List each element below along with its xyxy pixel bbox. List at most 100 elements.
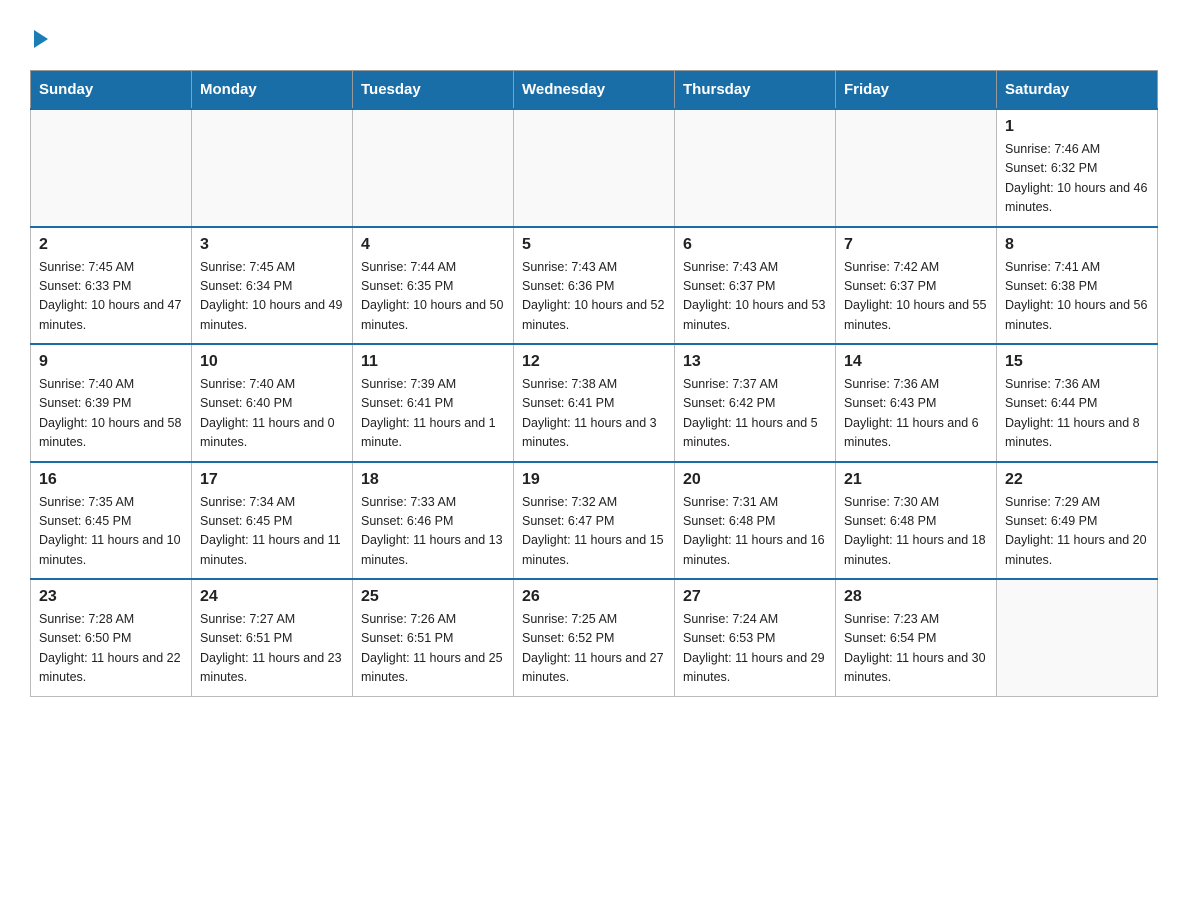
- day-number: 2: [39, 236, 183, 254]
- calendar-header-row: SundayMondayTuesdayWednesdayThursdayFrid…: [31, 71, 1158, 110]
- calendar-cell: 25 Sunrise: 7:26 AM Sunset: 6:51 PM Dayli…: [353, 579, 514, 696]
- page-header: [30, 20, 1158, 50]
- calendar-cell: 17 Sunrise: 7:34 AM Sunset: 6:45 PM Dayli…: [192, 462, 353, 580]
- day-number: 20: [683, 471, 827, 489]
- day-info: Sunrise: 7:31 AM Sunset: 6:48 PM Dayligh…: [683, 493, 827, 571]
- day-info: Sunrise: 7:35 AM Sunset: 6:45 PM Dayligh…: [39, 493, 183, 571]
- calendar-week-row-1: 1 Sunrise: 7:46 AM Sunset: 6:32 PM Daylig…: [31, 109, 1158, 227]
- day-info: Sunrise: 7:32 AM Sunset: 6:47 PM Dayligh…: [522, 493, 666, 571]
- calendar-cell: [353, 109, 514, 227]
- calendar-cell: 15Sunrise: 7:36 AM Sunset: 6:44 PM Dayli…: [997, 344, 1158, 462]
- day-info: Sunrise: 7:34 AM Sunset: 6:45 PM Dayligh…: [200, 493, 344, 571]
- calendar-cell: 7 Sunrise: 7:42 AM Sunset: 6:37 PM Daylig…: [836, 227, 997, 345]
- day-number: 5: [522, 236, 666, 254]
- calendar-cell: 27 Sunrise: 7:24 AM Sunset: 6:53 PM Dayli…: [675, 579, 836, 696]
- day-info: Sunrise: 7:26 AM Sunset: 6:51 PM Dayligh…: [361, 610, 505, 688]
- calendar-col-header-sunday: Sunday: [31, 71, 192, 110]
- day-number: 6: [683, 236, 827, 254]
- calendar-cell: 14 Sunrise: 7:36 AM Sunset: 6:43 PM Dayli…: [836, 344, 997, 462]
- calendar-col-header-monday: Monday: [192, 71, 353, 110]
- day-number: 19: [522, 471, 666, 489]
- calendar-col-header-friday: Friday: [836, 71, 997, 110]
- calendar-cell: [192, 109, 353, 227]
- day-info: Sunrise: 7:43 AM Sunset: 6:37 PM Dayligh…: [683, 258, 827, 336]
- day-info: Sunrise: 7:30 AM Sunset: 6:48 PM Dayligh…: [844, 493, 988, 571]
- day-number: 16: [39, 471, 183, 489]
- day-number: 13: [683, 353, 827, 371]
- calendar-week-row-3: 9Sunrise: 7:40 AM Sunset: 6:39 PM Daylig…: [31, 344, 1158, 462]
- day-number: 14: [844, 353, 988, 371]
- calendar-col-header-saturday: Saturday: [997, 71, 1158, 110]
- logo-general-text: [30, 30, 48, 50]
- day-info: Sunrise: 7:44 AM Sunset: 6:35 PM Dayligh…: [361, 258, 505, 336]
- calendar-week-row-4: 16 Sunrise: 7:35 AM Sunset: 6:45 PM Dayli…: [31, 462, 1158, 580]
- day-info: Sunrise: 7:23 AM Sunset: 6:54 PM Dayligh…: [844, 610, 988, 688]
- day-info: Sunrise: 7:46 AM Sunset: 6:32 PM Dayligh…: [1005, 140, 1149, 218]
- calendar-cell: [31, 109, 192, 227]
- calendar-cell: 9Sunrise: 7:40 AM Sunset: 6:39 PM Daylig…: [31, 344, 192, 462]
- day-number: 11: [361, 353, 505, 371]
- day-number: 22: [1005, 471, 1149, 489]
- calendar-cell: 5 Sunrise: 7:43 AM Sunset: 6:36 PM Daylig…: [514, 227, 675, 345]
- day-info: Sunrise: 7:38 AM Sunset: 6:41 PM Dayligh…: [522, 375, 666, 453]
- calendar-cell: 11 Sunrise: 7:39 AM Sunset: 6:41 PM Dayli…: [353, 344, 514, 462]
- calendar-cell: 21Sunrise: 7:30 AM Sunset: 6:48 PM Dayli…: [836, 462, 997, 580]
- calendar-cell: 28 Sunrise: 7:23 AM Sunset: 6:54 PM Dayli…: [836, 579, 997, 696]
- day-info: Sunrise: 7:45 AM Sunset: 6:34 PM Dayligh…: [200, 258, 344, 336]
- day-info: Sunrise: 7:33 AM Sunset: 6:46 PM Dayligh…: [361, 493, 505, 571]
- calendar-cell: 10 Sunrise: 7:40 AM Sunset: 6:40 PM Dayli…: [192, 344, 353, 462]
- calendar-col-header-tuesday: Tuesday: [353, 71, 514, 110]
- calendar-table: SundayMondayTuesdayWednesdayThursdayFrid…: [30, 70, 1158, 697]
- day-info: Sunrise: 7:27 AM Sunset: 6:51 PM Dayligh…: [200, 610, 344, 688]
- day-info: Sunrise: 7:40 AM Sunset: 6:40 PM Dayligh…: [200, 375, 344, 453]
- logo: [30, 20, 48, 50]
- day-number: 27: [683, 588, 827, 606]
- day-number: 25: [361, 588, 505, 606]
- day-info: Sunrise: 7:39 AM Sunset: 6:41 PM Dayligh…: [361, 375, 505, 453]
- day-number: 24: [200, 588, 344, 606]
- day-number: 23: [39, 588, 183, 606]
- calendar-cell: 18 Sunrise: 7:33 AM Sunset: 6:46 PM Dayli…: [353, 462, 514, 580]
- day-info: Sunrise: 7:41 AM Sunset: 6:38 PM Dayligh…: [1005, 258, 1149, 336]
- calendar-cell: 1 Sunrise: 7:46 AM Sunset: 6:32 PM Daylig…: [997, 109, 1158, 227]
- calendar-cell: [836, 109, 997, 227]
- day-number: 28: [844, 588, 988, 606]
- calendar-cell: 26 Sunrise: 7:25 AM Sunset: 6:52 PM Dayli…: [514, 579, 675, 696]
- day-number: 26: [522, 588, 666, 606]
- day-number: 7: [844, 236, 988, 254]
- calendar-cell: 23 Sunrise: 7:28 AM Sunset: 6:50 PM Dayli…: [31, 579, 192, 696]
- calendar-cell: 16 Sunrise: 7:35 AM Sunset: 6:45 PM Dayli…: [31, 462, 192, 580]
- calendar-cell: 2 Sunrise: 7:45 AM Sunset: 6:33 PM Daylig…: [31, 227, 192, 345]
- day-info: Sunrise: 7:42 AM Sunset: 6:37 PM Dayligh…: [844, 258, 988, 336]
- day-info: Sunrise: 7:29 AM Sunset: 6:49 PM Dayligh…: [1005, 493, 1149, 571]
- calendar-cell: 24 Sunrise: 7:27 AM Sunset: 6:51 PM Dayli…: [192, 579, 353, 696]
- day-info: Sunrise: 7:24 AM Sunset: 6:53 PM Dayligh…: [683, 610, 827, 688]
- calendar-col-header-thursday: Thursday: [675, 71, 836, 110]
- day-info: Sunrise: 7:36 AM Sunset: 6:43 PM Dayligh…: [844, 375, 988, 453]
- calendar-cell: 20 Sunrise: 7:31 AM Sunset: 6:48 PM Dayli…: [675, 462, 836, 580]
- logo-arrow-icon: [34, 30, 48, 48]
- calendar-cell: 13 Sunrise: 7:37 AM Sunset: 6:42 PM Dayli…: [675, 344, 836, 462]
- day-info: Sunrise: 7:43 AM Sunset: 6:36 PM Dayligh…: [522, 258, 666, 336]
- day-number: 15: [1005, 353, 1149, 371]
- calendar-cell: [997, 579, 1158, 696]
- day-info: Sunrise: 7:28 AM Sunset: 6:50 PM Dayligh…: [39, 610, 183, 688]
- calendar-cell: 4 Sunrise: 7:44 AM Sunset: 6:35 PM Daylig…: [353, 227, 514, 345]
- calendar-cell: [675, 109, 836, 227]
- day-info: Sunrise: 7:25 AM Sunset: 6:52 PM Dayligh…: [522, 610, 666, 688]
- day-info: Sunrise: 7:45 AM Sunset: 6:33 PM Dayligh…: [39, 258, 183, 336]
- calendar-cell: 8Sunrise: 7:41 AM Sunset: 6:38 PM Daylig…: [997, 227, 1158, 345]
- day-number: 12: [522, 353, 666, 371]
- calendar-cell: 22 Sunrise: 7:29 AM Sunset: 6:49 PM Dayli…: [997, 462, 1158, 580]
- day-number: 9: [39, 353, 183, 371]
- day-number: 17: [200, 471, 344, 489]
- day-number: 4: [361, 236, 505, 254]
- calendar-week-row-2: 2 Sunrise: 7:45 AM Sunset: 6:33 PM Daylig…: [31, 227, 1158, 345]
- day-number: 18: [361, 471, 505, 489]
- calendar-cell: 6 Sunrise: 7:43 AM Sunset: 6:37 PM Daylig…: [675, 227, 836, 345]
- day-number: 10: [200, 353, 344, 371]
- day-number: 1: [1005, 118, 1149, 136]
- calendar-cell: 3Sunrise: 7:45 AM Sunset: 6:34 PM Daylig…: [192, 227, 353, 345]
- calendar-cell: 19 Sunrise: 7:32 AM Sunset: 6:47 PM Dayli…: [514, 462, 675, 580]
- day-info: Sunrise: 7:37 AM Sunset: 6:42 PM Dayligh…: [683, 375, 827, 453]
